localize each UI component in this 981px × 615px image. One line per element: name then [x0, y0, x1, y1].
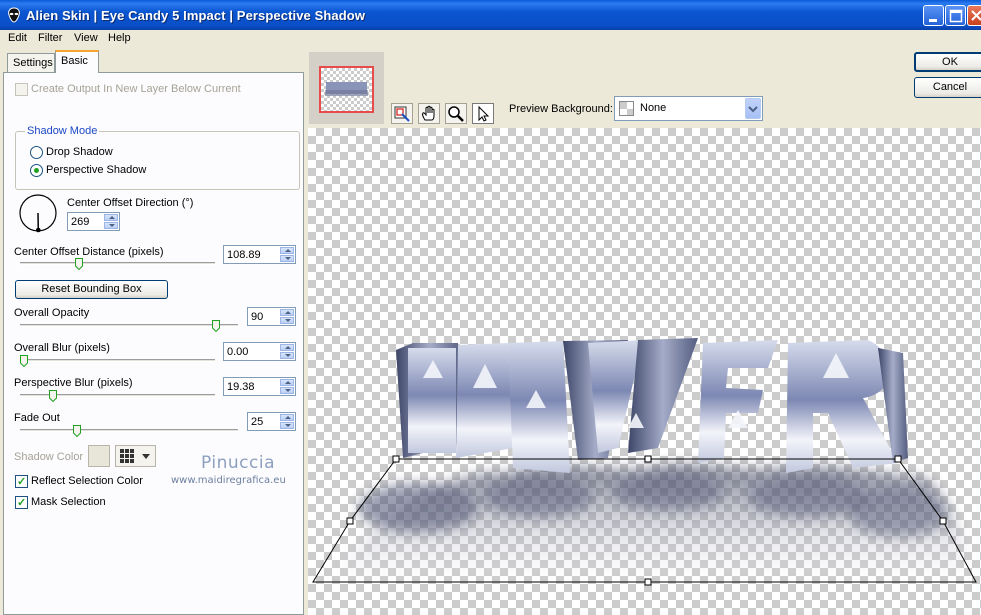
create-output-checkbox[interactable] [15, 83, 28, 96]
overall-blur-spinner[interactable] [280, 344, 294, 359]
fade-out-spinner[interactable] [280, 414, 294, 429]
shadow-mode-group [15, 131, 300, 190]
navigator-thumbnail[interactable] [309, 52, 384, 124]
basic-tab-content: Create Output In New Layer Below Current… [3, 72, 304, 615]
chevron-down-icon [748, 106, 758, 113]
window-title: Alien Skin | Eye Candy 5 Impact | Perspe… [26, 8, 366, 23]
title-bar: Alien Skin | Eye Candy 5 Impact | Perspe… [0, 0, 981, 30]
distance-slider-track[interactable] [20, 262, 215, 265]
color-palette-button[interactable] [115, 445, 156, 467]
perspective-blur-slider-thumb[interactable] [49, 390, 57, 402]
watermark-name: Pinuccia [201, 453, 275, 473]
ok-button[interactable]: OK [914, 52, 981, 72]
fade-out-slider-thumb[interactable] [73, 425, 81, 437]
preview-background-label: Preview Background: [509, 103, 613, 115]
preview-background-value: None [640, 102, 667, 114]
menu-bar: Edit Filter View Help [0, 30, 981, 48]
overall-blur-label: Overall Blur (pixels) [14, 342, 110, 354]
navigator-tool-button[interactable] [391, 103, 413, 124]
shadow-color-swatch[interactable] [88, 445, 110, 467]
menu-view[interactable]: View [74, 32, 98, 44]
hand-icon [422, 105, 435, 121]
preview-canvas[interactable] [308, 128, 981, 615]
winter-text-render [396, 338, 908, 473]
overall-blur-slider-thumb[interactable] [20, 355, 28, 367]
direction-spinner[interactable] [104, 214, 118, 229]
center-offset-direction-label: Center Offset Direction (°) [67, 197, 194, 209]
direction-dial[interactable] [18, 193, 58, 233]
hand-tool-button[interactable] [418, 103, 440, 124]
fade-out-label: Fade Out [14, 412, 60, 424]
menu-help[interactable]: Help [108, 32, 131, 44]
menu-edit[interactable]: Edit [8, 32, 27, 44]
background-swatch-icon [619, 101, 634, 116]
preview-render [312, 338, 977, 586]
settings-panel: Settings Basic Create Output In New Laye… [0, 48, 305, 615]
reflect-selection-color-checkbox[interactable]: ✓ [15, 475, 28, 488]
shadow-mode-title: Shadow Mode [25, 125, 100, 137]
zoom-tool-button[interactable] [445, 103, 467, 124]
minimize-button[interactable] [923, 5, 944, 26]
mask-selection-label: Mask Selection [31, 496, 106, 508]
cancel-button[interactable]: Cancel [914, 77, 981, 98]
drop-shadow-label: Drop Shadow [46, 146, 113, 158]
overall-opacity-label: Overall Opacity [14, 307, 90, 319]
create-output-label: Create Output In New Layer Below Current [31, 83, 241, 95]
perspective-blur-spinner[interactable] [280, 379, 294, 394]
fade-out-input[interactable]: 25 [247, 412, 296, 431]
close-button[interactable] [967, 5, 981, 26]
dropdown-arrow-button[interactable] [745, 98, 761, 119]
mask-selection-checkbox[interactable]: ✓ [15, 496, 28, 509]
navigator-viewport[interactable] [319, 66, 374, 113]
center-offset-distance-input[interactable]: 108.89 [223, 245, 296, 264]
arrow-tool-button[interactable] [472, 103, 494, 124]
center-offset-direction-input[interactable]: 269 [67, 212, 120, 231]
palette-icon [120, 449, 150, 463]
arrow-icon [478, 105, 490, 122]
center-offset-distance-label: Center Offset Distance (pixels) [14, 246, 164, 258]
overall-opacity-input[interactable]: 90 [247, 307, 296, 326]
opacity-slider-track[interactable] [20, 324, 238, 327]
overall-blur-slider-track[interactable] [20, 359, 215, 362]
shadow-color-label: Shadow Color [14, 451, 84, 463]
tab-settings[interactable]: Settings [7, 53, 55, 72]
opacity-slider-thumb[interactable] [212, 320, 220, 332]
reset-bounding-box-button[interactable]: Reset Bounding Box [15, 280, 168, 299]
distance-spinner[interactable] [280, 247, 294, 262]
reflect-selection-color-label: Reflect Selection Color [31, 475, 143, 487]
watermark-site: www.maidiregrafica.eu [171, 475, 286, 486]
alien-skin-icon [8, 7, 20, 23]
preview-background-select[interactable]: None [614, 96, 763, 121]
opacity-spinner[interactable] [280, 309, 294, 324]
fade-out-slider-track[interactable] [20, 429, 238, 432]
maximize-button[interactable] [945, 5, 966, 26]
zoom-icon [448, 106, 464, 122]
perspective-blur-label: Perspective Blur (pixels) [14, 377, 133, 389]
perspective-blur-input[interactable]: 19.38 [223, 377, 296, 396]
perspective-shadow-label: Perspective Shadow [46, 164, 147, 176]
tab-basic[interactable]: Basic [55, 50, 99, 73]
perspective-shadow-radio[interactable] [30, 164, 43, 177]
navigator-icon [394, 106, 410, 122]
distance-slider-thumb[interactable] [75, 258, 83, 270]
drop-shadow-radio[interactable] [30, 146, 43, 159]
preview-area: Preview Background: None OK Cancel [305, 48, 981, 615]
navigator-preview-image [325, 82, 368, 96]
menu-filter[interactable]: Filter [38, 32, 62, 44]
overall-blur-input[interactable]: 0.00 [223, 342, 296, 361]
